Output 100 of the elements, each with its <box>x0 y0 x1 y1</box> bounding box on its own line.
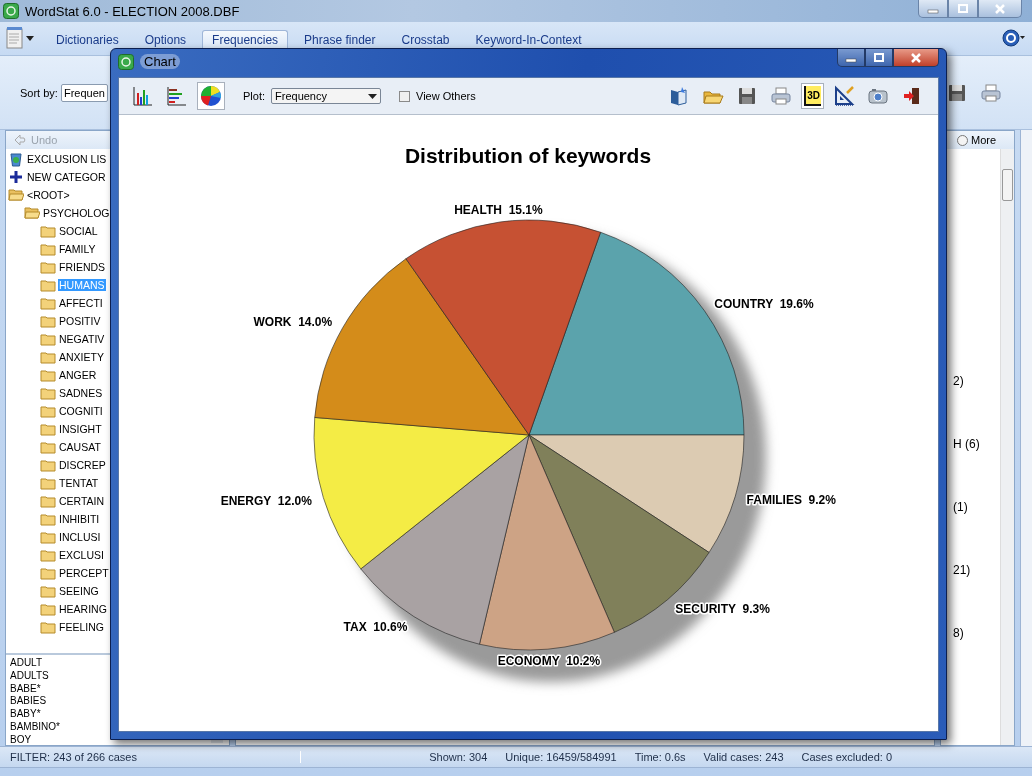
ribbon-tab[interactable]: Crosstab <box>391 30 460 48</box>
ribbon-tab[interactable]: Keyword-In-Context <box>465 30 592 48</box>
folder-icon <box>40 547 56 563</box>
3d-toggle-button[interactable]: 3D <box>801 83 824 109</box>
tree-item[interactable]: COGNITI <box>58 405 104 417</box>
word-item[interactable]: BABE* <box>10 682 41 696</box>
window-title: WordStat 6.0 - ELECTION 2008.DBF <box>25 3 241 19</box>
status-item: Valid cases: 243 <box>703 751 784 763</box>
tree-item[interactable]: PSYCHOLOG <box>42 207 111 219</box>
status-item: Time: 0.6s <box>634 751 686 763</box>
restore-button[interactable] <box>948 0 978 18</box>
more-radio[interactable] <box>957 134 968 146</box>
tree-item[interactable]: <ROOT> <box>26 189 71 201</box>
folder-icon <box>40 421 56 437</box>
tree-item[interactable]: DISCREP <box>58 459 107 471</box>
sort-dropdown[interactable]: Frequen <box>60 83 108 102</box>
ribbon-tab[interactable]: Dictionaries <box>46 30 129 48</box>
word-item[interactable]: ADULT <box>10 657 43 670</box>
window-square-icon <box>873 52 885 63</box>
ribbon-tab[interactable]: Options <box>134 30 197 48</box>
caret-icon <box>368 93 377 99</box>
undo-arrow-icon <box>14 133 28 147</box>
folder-icon <box>40 367 56 383</box>
folder-icon <box>40 403 56 419</box>
list-item: H (6) <box>953 436 980 451</box>
word-item[interactable]: BABY* <box>10 708 41 721</box>
folder-icon <box>40 601 56 617</box>
recycle-bin-icon <box>8 151 24 167</box>
word-item[interactable]: ADULTS <box>10 669 49 683</box>
maximize-button[interactable] <box>865 49 893 67</box>
tree-item[interactable]: PERCEPT <box>58 567 110 579</box>
folder-icon <box>40 475 56 491</box>
tree-item[interactable]: NEW CATEGOR <box>26 171 107 183</box>
plus-icon[interactable] <box>8 169 24 185</box>
tree-item[interactable]: SADNES <box>58 387 104 399</box>
word-item[interactable]: BAMBINO* <box>10 721 60 734</box>
folder-icon <box>40 457 56 473</box>
tree-item[interactable]: TENTAT <box>58 477 100 489</box>
ribbon-tab[interactable]: Frequencies <box>202 30 289 48</box>
tree-item[interactable]: ANGER <box>58 369 98 381</box>
tree-item[interactable]: INCLUSI <box>58 531 102 543</box>
folder-icon <box>40 223 56 239</box>
folder-icon <box>40 619 56 635</box>
folder-icon <box>40 493 56 509</box>
view-others-label: View Others <box>416 90 476 102</box>
document-menu-icon[interactable] <box>6 27 36 49</box>
tree-item[interactable]: INSIGHT <box>58 423 103 435</box>
status-item: Unique: 16459/584991 <box>505 751 617 763</box>
word-item[interactable]: BOY <box>10 733 32 747</box>
tree-item[interactable]: AFFECTI <box>58 297 104 309</box>
tree-item[interactable]: FEELING <box>58 621 105 633</box>
close-button[interactable] <box>893 49 939 67</box>
tree-item[interactable]: FRIENDS <box>58 261 107 273</box>
printer-icon[interactable] <box>980 81 1002 104</box>
folder-icon <box>40 385 56 401</box>
tree-item[interactable]: CAUSAT <box>58 441 102 453</box>
close-icon <box>910 52 922 63</box>
tree-item[interactable]: HEARING <box>58 603 108 615</box>
tree-item[interactable]: SOCIAL <box>58 225 99 237</box>
slice-label: HEALTH 15.1% <box>454 203 543 218</box>
tree-item[interactable]: FAMILY <box>58 243 97 255</box>
filter-status: FILTER: 243 of 266 cases <box>10 751 137 763</box>
tree-item[interactable]: EXCLUSION LIS <box>26 153 108 165</box>
plot-label: Plot: <box>243 90 265 102</box>
tree-item[interactable]: INHIBITI <box>58 513 101 525</box>
tree-item[interactable]: CERTAIN <box>58 495 106 507</box>
status-item: Shown: 304 <box>429 751 488 763</box>
app-icon <box>3 3 19 19</box>
folder-icon <box>40 313 56 329</box>
folder-icon <box>40 331 56 347</box>
folder-icon <box>40 277 56 293</box>
tree-item[interactable]: EXCLUSI <box>58 549 105 561</box>
tree-item[interactable]: NEGATIV <box>58 333 106 345</box>
slice-label: FAMILIES 9.2% <box>746 492 836 507</box>
ribbon-tab[interactable]: Phrase finder <box>294 30 386 48</box>
folder-icon <box>40 529 56 545</box>
close-icon <box>994 3 1006 14</box>
tree-item[interactable]: SEEING <box>58 585 100 597</box>
more-label: More <box>971 134 997 146</box>
slice-label: ENERGY 12.0% <box>220 494 312 509</box>
slice-label: SECURITY 9.3% <box>675 601 770 616</box>
list-item: (1) <box>953 499 968 514</box>
status-item: Cases excluded: 0 <box>801 751 892 763</box>
folder-icon <box>40 259 56 275</box>
folder-icon <box>40 565 56 581</box>
list-item: 21) <box>953 563 971 578</box>
word-item[interactable]: BABIES <box>10 695 47 709</box>
sort-by-label: Sort by: <box>20 86 58 99</box>
plot-dropdown[interactable]: Frequency <box>271 88 381 104</box>
minimize-button[interactable] <box>837 49 865 67</box>
chart-title: Distribution of keywords <box>404 144 652 167</box>
list-item: 2) <box>953 373 964 388</box>
folder-icon <box>40 511 56 527</box>
folder-icon <box>40 583 56 599</box>
tree-item[interactable]: POSITIV <box>58 315 102 327</box>
view-others-checkbox[interactable] <box>399 90 410 102</box>
folder-icon <box>40 349 56 365</box>
window-square-icon <box>957 3 969 14</box>
tree-item[interactable]: ANXIETY <box>58 351 105 363</box>
list-item: 8) <box>953 626 964 641</box>
